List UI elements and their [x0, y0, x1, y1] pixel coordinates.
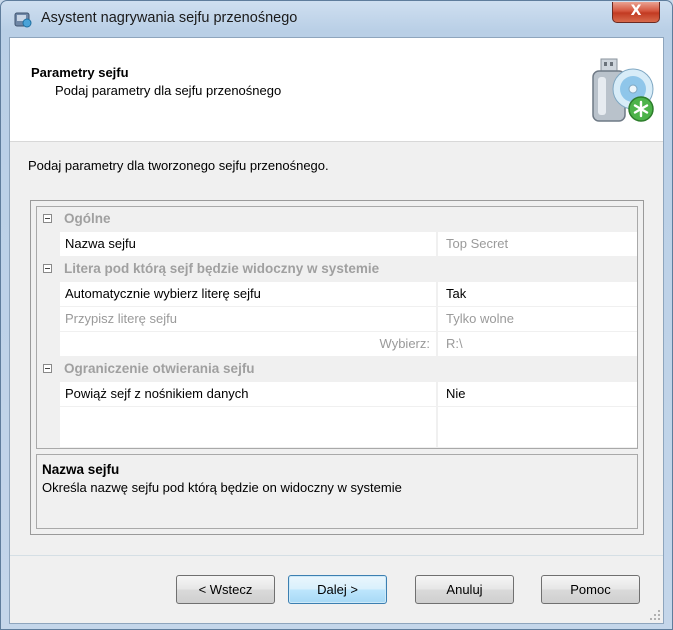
property-value-cell[interactable]: Top Secret	[438, 232, 637, 257]
property-name-cell: Powiąż sejf z nośnikiem danych	[60, 382, 436, 407]
footer-separator	[10, 555, 663, 556]
property-value-cell	[438, 407, 637, 448]
description-title: Nazwa sejfu	[42, 462, 120, 477]
property-row-name[interactable]: Nazwa sejfu Top Secret	[37, 232, 637, 257]
property-row-assign-letter[interactable]: Przypisz literę sejfu Tylko wolne	[37, 307, 637, 332]
property-name: Wybierz:	[379, 336, 430, 351]
property-name: Nazwa sejfu	[65, 236, 136, 251]
description-text: Określa nazwę sejfu pod którą będzie on …	[42, 480, 402, 495]
property-name: Automatycznie wybierz literę sejfu	[65, 286, 261, 301]
property-value: R:\	[446, 336, 463, 351]
category-label: Litera pod którą sejf będzie widoczny w …	[64, 261, 380, 276]
category-open-restriction[interactable]: Ograniczenie otwierania sejfu	[37, 357, 637, 382]
close-button[interactable]: X	[612, 2, 660, 23]
page-subtitle: Podaj parametry dla sejfu przenośnego	[55, 83, 282, 98]
collapse-icon[interactable]	[43, 264, 52, 273]
window-title: Asystent nagrywania sejfu przenośnego	[41, 10, 298, 26]
usb-disc-add-icon	[592, 58, 654, 122]
property-name: Przypisz literę sejfu	[65, 311, 177, 326]
property-value-cell[interactable]: Nie	[438, 382, 637, 407]
property-value-cell[interactable]: Tak	[438, 282, 637, 307]
property-value: Tylko wolne	[446, 311, 514, 326]
property-name-cell	[60, 407, 436, 448]
next-button[interactable]: Dalej >	[288, 575, 387, 604]
property-name-cell: Automatycznie wybierz literę sejfu	[60, 282, 436, 307]
app-icon	[14, 12, 32, 28]
intro-text: Podaj parametry dla tworzonego sejfu prz…	[28, 158, 329, 173]
wizard-header: Parametry sejfu Podaj parametry dla sejf…	[10, 38, 663, 142]
category-drive-letter[interactable]: Litera pod którą sejf będzie widoczny w …	[37, 257, 637, 282]
category-general[interactable]: Ogólne	[37, 207, 637, 232]
property-row-empty	[37, 407, 637, 448]
property-value-cell[interactable]: Tylko wolne	[438, 307, 637, 332]
property-value: Top Secret	[446, 236, 509, 251]
collapse-icon[interactable]	[43, 214, 52, 223]
property-value: Nie	[446, 386, 466, 401]
category-label: Ogólne	[64, 211, 111, 226]
back-button[interactable]: < Wstecz	[176, 575, 275, 604]
help-button[interactable]: Pomoc	[541, 575, 640, 604]
property-row-bind-media[interactable]: Powiąż sejf z nośnikiem danych Nie	[37, 382, 637, 407]
property-grid-frame: Ogólne Nazwa sejfu Top Secret Litera pod…	[30, 200, 644, 535]
category-label: Ograniczenie otwierania sejfu	[64, 361, 255, 376]
property-grid: Ogólne Nazwa sejfu Top Secret Litera pod…	[36, 206, 638, 449]
property-name-cell: Nazwa sejfu	[60, 232, 436, 257]
page-title: Parametry sejfu	[31, 65, 129, 80]
collapse-icon[interactable]	[43, 364, 52, 373]
property-row-select-letter[interactable]: Wybierz: R:\	[37, 332, 637, 357]
resize-grip-icon[interactable]	[650, 610, 660, 620]
property-value: Tak	[446, 286, 467, 301]
property-name-cell: Wybierz:	[60, 332, 436, 357]
wizard-window: Asystent nagrywania sejfu przenośnego X …	[0, 0, 673, 630]
cancel-button[interactable]: Anuluj	[415, 575, 514, 604]
property-row-auto-letter[interactable]: Automatycznie wybierz literę sejfu Tak	[37, 282, 637, 307]
wizard-client-area: Parametry sejfu Podaj parametry dla sejf…	[9, 37, 664, 624]
close-icon: X	[630, 3, 642, 19]
property-value-cell[interactable]: R:\	[438, 332, 637, 357]
property-description-panel: Nazwa sejfu Określa nazwę sejfu pod któr…	[36, 454, 638, 529]
title-bar[interactable]: Asystent nagrywania sejfu przenośnego X	[1, 1, 672, 36]
property-name: Powiąż sejf z nośnikiem danych	[65, 386, 249, 401]
property-name-cell: Przypisz literę sejfu	[60, 307, 436, 332]
